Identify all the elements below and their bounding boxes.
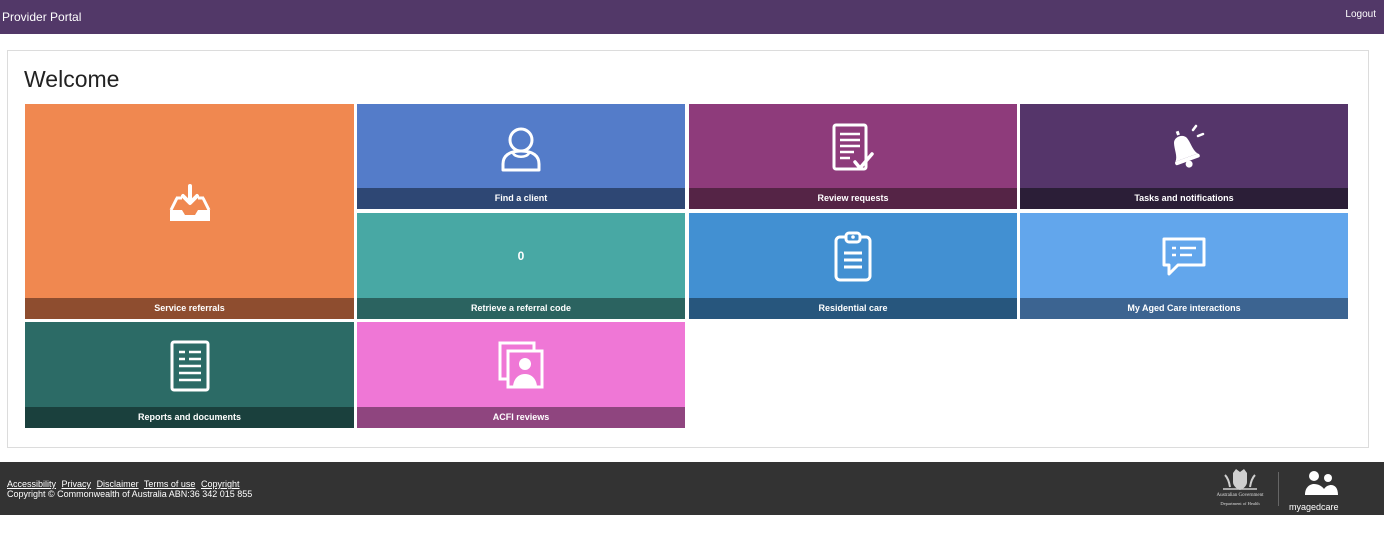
people-icon xyxy=(1305,471,1338,495)
footer-link-copyright[interactable]: Copyright xyxy=(201,479,240,489)
gov-logo-line2: Department of Health xyxy=(1220,501,1260,506)
tile-label: Service referrals xyxy=(25,298,354,319)
footer-link-disclaimer[interactable]: Disclaimer xyxy=(97,479,139,489)
footer-link-privacy[interactable]: Privacy xyxy=(62,479,92,489)
tile-label: Retrieve a referral code xyxy=(357,298,685,319)
tile-label: Reports and documents xyxy=(25,407,354,428)
chat-bubble-icon xyxy=(1162,237,1206,276)
page-title: Welcome xyxy=(24,66,120,92)
footer-links: Accessibility Privacy Disclaimer Terms o… xyxy=(7,479,243,489)
tile-label: My Aged Care interactions xyxy=(1020,298,1348,319)
document-check-icon xyxy=(832,123,874,171)
australian-government-logo: Australian Government Department of Heal… xyxy=(1205,467,1275,511)
tile-residential-care[interactable]: Residential care xyxy=(689,213,1017,319)
coat-of-arms-icon xyxy=(1223,469,1257,490)
top-bar: Provider Portal Logout xyxy=(0,0,1384,34)
footer-link-accessibility[interactable]: Accessibility xyxy=(7,479,56,489)
tile-label: Tasks and notifications xyxy=(1020,188,1348,209)
tile-service-referrals[interactable]: Service referrals xyxy=(25,104,354,319)
my-aged-care-wordmark: myagedcare xyxy=(1289,502,1339,512)
tile-retrieve-referral-code[interactable]: 0 Retrieve a referral code xyxy=(357,213,685,319)
tile-my-aged-care-interactions[interactable]: My Aged Care interactions xyxy=(1020,213,1348,319)
referral-count: 0 xyxy=(517,249,525,263)
tile-review-requests[interactable]: Review requests xyxy=(689,104,1017,209)
app-title: Provider Portal xyxy=(2,10,82,24)
bell-icon xyxy=(1174,124,1205,168)
tile-label: Residential care xyxy=(689,298,1017,319)
tile-label: Find a client xyxy=(357,188,685,209)
logout-link[interactable]: Logout xyxy=(1345,9,1376,20)
clipboard-icon xyxy=(834,231,872,282)
tile-acfi-reviews[interactable]: ACFI reviews xyxy=(357,322,685,428)
photo-person-icon xyxy=(498,341,544,389)
document-list-icon xyxy=(170,340,209,392)
tile-reports-documents[interactable]: Reports and documents xyxy=(25,322,354,428)
tile-find-client[interactable]: Find a client xyxy=(357,104,685,209)
gov-logo-line1: Australian Government xyxy=(1216,493,1264,498)
person-icon xyxy=(501,127,541,172)
tile-label: ACFI reviews xyxy=(357,407,685,428)
footer-link-terms-of-use[interactable]: Terms of use xyxy=(144,479,196,489)
logo-divider xyxy=(1278,472,1279,506)
tile-tasks-notifications[interactable]: Tasks and notifications xyxy=(1020,104,1348,209)
inbox-download-icon xyxy=(169,184,210,221)
tile-label: Review requests xyxy=(689,188,1017,209)
copyright-text: Copyright © Commonwealth of Australia AB… xyxy=(7,489,253,499)
my-aged-care-logo: myagedcare xyxy=(1285,467,1355,512)
footer: Accessibility Privacy Disclaimer Terms o… xyxy=(0,462,1384,515)
